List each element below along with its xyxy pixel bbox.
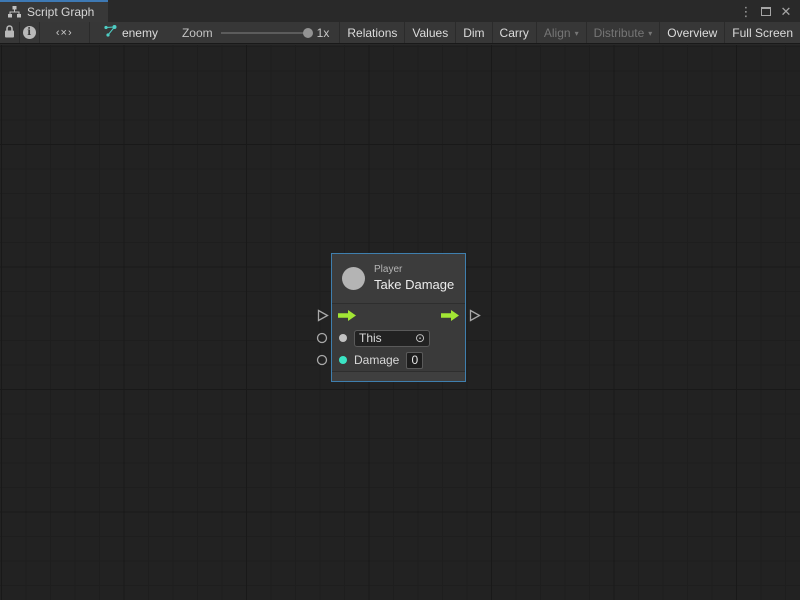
object-picker-icon[interactable]: ⊙ xyxy=(415,332,425,344)
code-preview-button[interactable]: ‹×› xyxy=(40,22,90,43)
damage-port-dot[interactable] xyxy=(339,356,347,364)
inspect-button[interactable]: i xyxy=(20,22,40,43)
node-header[interactable]: Player Take Damage xyxy=(332,254,465,304)
flow-input-connector[interactable] xyxy=(317,309,329,322)
zoom-control: Zoom 1x xyxy=(172,22,339,43)
align-dropdown[interactable]: Align ▾ xyxy=(536,22,586,43)
lock-button[interactable] xyxy=(0,22,20,43)
tab-bar: Script Graph ⋮ ✕ xyxy=(0,0,800,22)
script-icon xyxy=(342,267,365,290)
zoom-value: 1x xyxy=(317,26,330,40)
chevron-down-icon: ▾ xyxy=(648,29,652,38)
graph-canvas[interactable]: Player Take Damage This ⊙ Damage 0 xyxy=(0,45,800,600)
graph-name-label: enemy xyxy=(122,26,158,40)
flow-port-row xyxy=(332,304,465,327)
graph-toolbar: i ‹×› enemy Zoom 1x Relations Values Dim… xyxy=(0,22,800,44)
tab-script-graph[interactable]: Script Graph xyxy=(0,0,108,22)
node-category: Player xyxy=(374,264,454,277)
relations-button[interactable]: Relations xyxy=(339,22,404,43)
carry-button[interactable]: Carry xyxy=(492,22,536,43)
maximize-glyph xyxy=(761,7,771,16)
this-port-dot[interactable] xyxy=(339,334,347,342)
node-title: Take Damage xyxy=(374,277,454,293)
flow-output-connector[interactable] xyxy=(469,309,481,322)
damage-port-label: Damage xyxy=(354,353,399,367)
node-titles: Player Take Damage xyxy=(374,264,454,293)
window-controls: ⋮ ✕ xyxy=(738,0,800,22)
graph-asset-icon xyxy=(104,25,117,40)
chevron-down-icon: ▾ xyxy=(575,29,579,38)
window-close-icon[interactable]: ✕ xyxy=(778,3,794,19)
dim-button[interactable]: Dim xyxy=(455,22,491,43)
graph-reference[interactable]: enemy xyxy=(90,22,172,43)
window-maximize-icon[interactable] xyxy=(758,3,774,19)
zoom-slider-handle[interactable] xyxy=(303,28,313,38)
tab-title: Script Graph xyxy=(27,5,94,19)
damage-port-row: Damage 0 xyxy=(332,349,465,371)
graph-hierarchy-icon xyxy=(8,6,21,18)
node-footer xyxy=(332,371,465,381)
this-port-row: This ⊙ xyxy=(332,327,465,349)
this-object-field[interactable]: This ⊙ xyxy=(354,330,430,347)
this-input-connector[interactable] xyxy=(316,332,328,344)
distribute-dropdown[interactable]: Distribute ▾ xyxy=(586,22,660,43)
values-button[interactable]: Values xyxy=(404,22,455,43)
damage-input-connector[interactable] xyxy=(316,354,328,366)
code-icon: ‹×› xyxy=(56,27,73,39)
flow-out-icon[interactable] xyxy=(441,310,459,321)
this-field-value: This xyxy=(359,331,382,345)
overview-button[interactable]: Overview xyxy=(659,22,724,43)
zoom-label: Zoom xyxy=(182,26,213,40)
fullscreen-button[interactable]: Full Screen xyxy=(724,22,800,43)
toolbar-right-group: Relations Values Dim Carry Align ▾ Distr… xyxy=(339,22,800,43)
align-label: Align xyxy=(544,26,571,40)
damage-value-input[interactable]: 0 xyxy=(406,352,423,369)
info-icon: i xyxy=(23,26,36,39)
take-damage-node[interactable]: Player Take Damage This ⊙ Damage 0 xyxy=(331,253,466,382)
window-menu-icon[interactable]: ⋮ xyxy=(738,3,754,19)
zoom-slider[interactable] xyxy=(221,32,309,34)
distribute-label: Distribute xyxy=(594,26,645,40)
flow-in-icon[interactable] xyxy=(338,310,356,321)
lock-icon xyxy=(4,25,15,41)
